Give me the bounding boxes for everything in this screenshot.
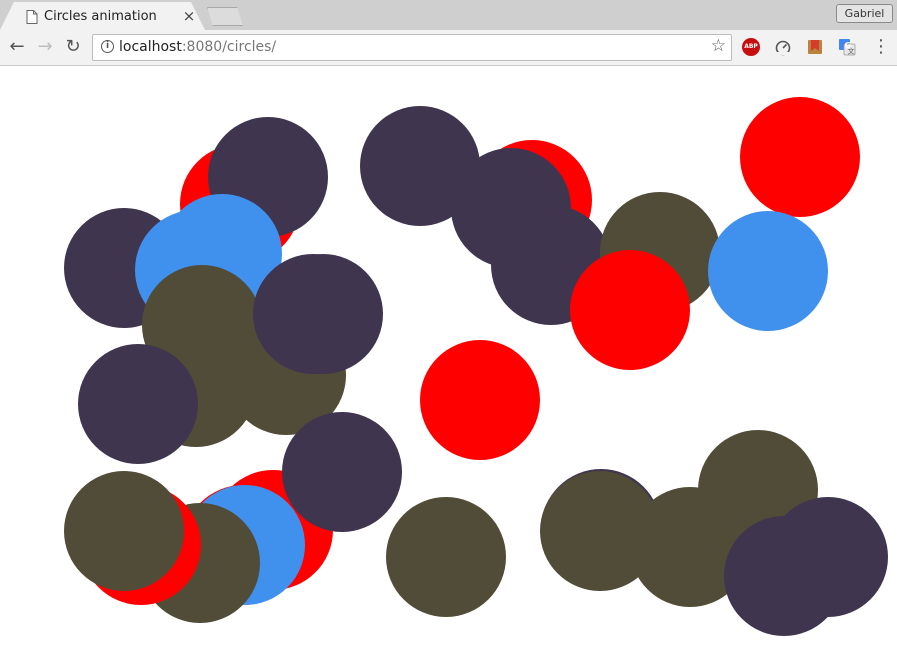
circle-red: [420, 340, 540, 460]
bookmark-extension-icon[interactable]: [806, 38, 824, 56]
back-button[interactable]: ←: [6, 37, 28, 57]
tab-circles-animation[interactable]: Circles animation ×: [0, 2, 205, 30]
forward-button[interactable]: →: [34, 37, 56, 57]
circle-dark-purple: [724, 516, 844, 636]
translate-icon[interactable]: G 文: [838, 38, 856, 56]
new-tab-button[interactable]: [207, 7, 243, 26]
address-bar[interactable]: i localhost:8080/circles/ ☆: [92, 34, 732, 61]
menu-icon[interactable]: ⋮: [872, 37, 890, 57]
page-icon: [26, 10, 38, 24]
circle-olive: [64, 471, 184, 591]
circle-dark-purple: [78, 344, 198, 464]
url-host: localhost: [119, 39, 182, 55]
circles-canvas: [64, 97, 888, 636]
circle-dark-purple: [282, 412, 402, 532]
star-icon[interactable]: ☆: [711, 36, 726, 56]
adblock-icon[interactable]: ABP: [742, 38, 760, 56]
circle-blue: [708, 211, 828, 331]
speed-gauge-icon[interactable]: [774, 38, 792, 56]
circle-dark-purple: [263, 254, 383, 374]
circle-red: [570, 250, 690, 370]
reload-button[interactable]: ↻: [62, 37, 84, 57]
url-path: :8080/circles/: [181, 39, 277, 55]
browser-chrome: Circles animation × Gabriel ← → ↻ i loca…: [0, 0, 897, 66]
toolbar: ← → ↻ i localhost:8080/circles/ ☆ ABP G …: [0, 30, 897, 66]
profile-button[interactable]: Gabriel: [836, 4, 893, 23]
close-icon[interactable]: ×: [182, 8, 196, 24]
circle-olive: [386, 497, 506, 617]
svg-text:文: 文: [848, 47, 855, 56]
tab-strip: Circles animation × Gabriel: [0, 0, 897, 30]
tab-title: Circles animation: [44, 9, 157, 24]
circle-red: [740, 97, 860, 217]
page-content: [0, 66, 897, 668]
url-text[interactable]: localhost:8080/circles/: [119, 39, 276, 55]
info-icon[interactable]: i: [101, 40, 114, 53]
